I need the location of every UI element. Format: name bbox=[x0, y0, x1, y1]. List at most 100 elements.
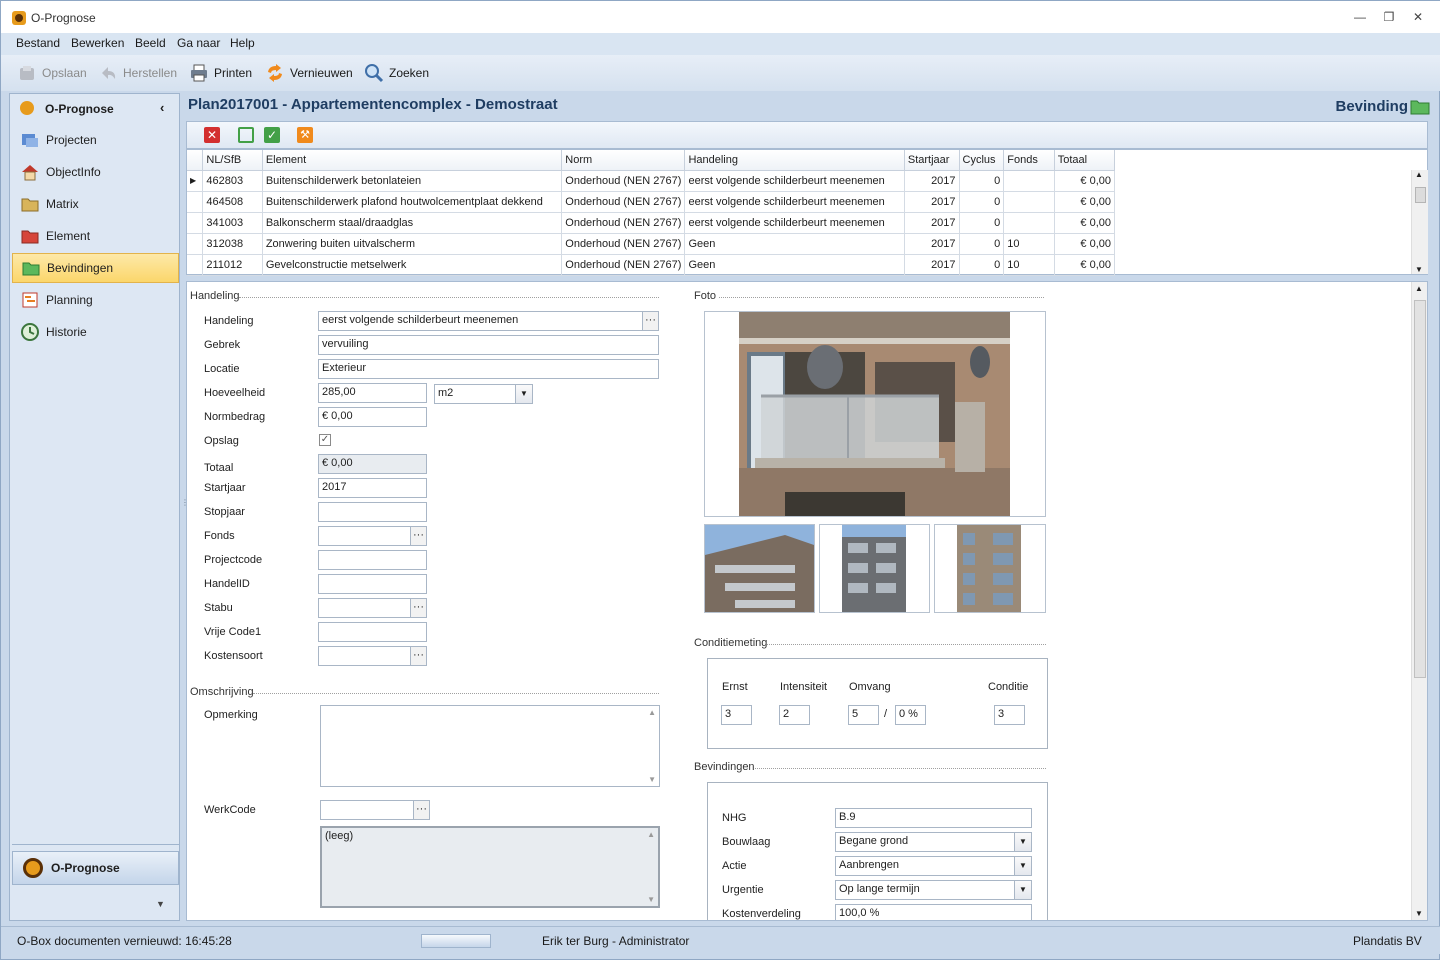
table-cell[interactable]: 312038 bbox=[202, 233, 263, 255]
vrije-code1-field[interactable] bbox=[318, 622, 427, 642]
opslag-checkbox[interactable]: ✓ bbox=[319, 434, 331, 446]
table-cell[interactable]: € 0,00 bbox=[1054, 170, 1116, 192]
hoeveelheid-field[interactable]: 285,00 bbox=[318, 383, 427, 403]
table-cell[interactable]: Gevelconstructie metselwerk bbox=[262, 254, 563, 276]
table-cell[interactable] bbox=[1003, 170, 1055, 192]
table-cell[interactable]: 10 bbox=[1003, 254, 1055, 276]
table-cell[interactable]: € 0,00 bbox=[1054, 191, 1116, 213]
table-cell[interactable]: 0 bbox=[959, 212, 1005, 234]
table-cell[interactable]: 2017 bbox=[904, 212, 960, 234]
table-cell[interactable] bbox=[1003, 212, 1055, 234]
table-cell[interactable]: Zonwering buiten uitvalscherm bbox=[262, 233, 563, 255]
eenheid-select[interactable]: m2 ▼ bbox=[434, 384, 533, 404]
row-indicator[interactable] bbox=[187, 191, 204, 213]
handeling-field[interactable]: eerst volgende schilderbeurt meenemen bbox=[318, 311, 643, 331]
handelid-field[interactable] bbox=[318, 574, 427, 594]
photo-thumbnail-3[interactable] bbox=[934, 524, 1046, 613]
table-cell[interactable]: 462803 bbox=[202, 170, 263, 192]
intensiteit-field[interactable]: 2 bbox=[779, 705, 810, 725]
projectcode-field[interactable] bbox=[318, 550, 427, 570]
table-cell[interactable]: 0 bbox=[959, 233, 1005, 255]
table-cell[interactable]: 0 bbox=[959, 191, 1005, 213]
col-cyclus[interactable]: Cyclus bbox=[959, 150, 1005, 171]
kostenverdeling-field[interactable]: 100,0 % bbox=[835, 904, 1032, 920]
row-indicator[interactable] bbox=[187, 212, 204, 234]
opmerking-textarea[interactable]: ▲ ▼ bbox=[320, 705, 660, 787]
nav-item-objectinfo[interactable]: ObjectInfo bbox=[12, 157, 179, 187]
col-totaal[interactable]: Totaal bbox=[1054, 150, 1116, 171]
col-element[interactable]: Element bbox=[262, 150, 563, 171]
table-cell[interactable]: Geen bbox=[684, 254, 905, 276]
table-cell[interactable]: 2017 bbox=[904, 233, 960, 255]
delete-icon[interactable]: ✕ bbox=[204, 127, 220, 143]
table-cell[interactable]: 2017 bbox=[904, 254, 960, 276]
col-norm[interactable]: Norm bbox=[561, 150, 686, 171]
refresh-button[interactable]: Vernieuwen bbox=[265, 62, 353, 84]
bouwlaag-select[interactable]: Begane grond ▼ bbox=[835, 832, 1032, 852]
stabu-field[interactable] bbox=[318, 598, 411, 618]
table-cell[interactable]: eerst volgende schilderbeurt meenemen bbox=[684, 170, 905, 192]
col-nlsfb[interactable]: NL/SfB bbox=[202, 150, 263, 171]
omvang-field[interactable]: 5 bbox=[848, 705, 879, 725]
table-cell[interactable]: Onderhoud (NEN 2767) bbox=[561, 233, 686, 255]
stabu-browse-button[interactable]: ··· bbox=[410, 598, 427, 618]
row-indicator[interactable] bbox=[187, 254, 204, 276]
scroll-down-icon[interactable]: ▼ bbox=[1415, 909, 1423, 918]
scroll-down-icon[interactable]: ▼ bbox=[648, 775, 656, 784]
collapse-icon[interactable]: ‹ bbox=[160, 100, 164, 115]
minimize-icon[interactable]: — bbox=[1353, 10, 1367, 24]
table-cell[interactable]: Buitenschilderwerk plafond houtwolcement… bbox=[262, 191, 563, 213]
handeling-browse-button[interactable]: ··· bbox=[642, 311, 659, 331]
col-handeling[interactable]: Handeling bbox=[684, 150, 905, 171]
menu-bewerken[interactable]: Bewerken bbox=[71, 36, 124, 50]
chevron-down-icon[interactable]: ▼ bbox=[1014, 881, 1031, 899]
search-button[interactable]: Zoeken bbox=[364, 62, 429, 84]
table-cell[interactable]: 0 bbox=[959, 170, 1005, 192]
scroll-up-icon[interactable]: ▲ bbox=[1415, 170, 1423, 179]
startjaar-field[interactable]: 2017 bbox=[318, 478, 427, 498]
menu-bestand[interactable]: Bestand bbox=[16, 36, 60, 50]
table-cell[interactable]: 2017 bbox=[904, 191, 960, 213]
scroll-down-icon[interactable]: ▼ bbox=[1415, 265, 1423, 274]
stopjaar-field[interactable] bbox=[318, 502, 427, 522]
scroll-up-icon[interactable]: ▲ bbox=[648, 708, 656, 717]
col-startjaar[interactable]: Startjaar bbox=[904, 150, 960, 171]
table-cell[interactable] bbox=[1003, 191, 1055, 213]
table-cell[interactable]: 464508 bbox=[202, 191, 263, 213]
scroll-up-icon[interactable]: ▲ bbox=[1415, 284, 1423, 293]
close-icon[interactable]: ✕ bbox=[1411, 10, 1425, 24]
table-cell[interactable]: Geen bbox=[684, 233, 905, 255]
table-cell[interactable]: 0 bbox=[959, 254, 1005, 276]
nav-item-planning[interactable]: Planning bbox=[12, 285, 179, 315]
main-photo[interactable] bbox=[704, 311, 1046, 517]
chevron-down-icon[interactable]: ▼ bbox=[1014, 833, 1031, 851]
nav-item-matrix[interactable]: Matrix bbox=[12, 189, 179, 219]
scroll-up-icon[interactable]: ▲ bbox=[647, 830, 655, 839]
normbedrag-field[interactable]: € 0,00 bbox=[318, 407, 427, 427]
menu-ga-naar[interactable]: Ga naar bbox=[177, 36, 220, 50]
scroll-thumb[interactable] bbox=[1414, 300, 1426, 678]
tools-icon[interactable]: ⚒ bbox=[297, 127, 313, 143]
table-cell[interactable]: 10 bbox=[1003, 233, 1055, 255]
table-cell[interactable]: 2017 bbox=[904, 170, 960, 192]
nav-bottom-o-prognose[interactable]: O-Prognose bbox=[12, 851, 179, 885]
scroll-thumb[interactable] bbox=[1415, 187, 1426, 203]
menu-beeld[interactable]: Beeld bbox=[135, 36, 166, 50]
werkcode-browse-button[interactable]: ··· bbox=[413, 800, 430, 820]
row-indicator[interactable] bbox=[187, 233, 204, 255]
actie-select[interactable]: Aanbrengen ▼ bbox=[835, 856, 1032, 876]
table-row[interactable]: 312038 Zonwering buiten uitvalscherm Onder… bbox=[187, 233, 1116, 255]
table-cell[interactable]: eerst volgende schilderbeurt meenemen bbox=[684, 212, 905, 234]
conditie-field[interactable]: 3 bbox=[994, 705, 1025, 725]
urgentie-select[interactable]: Op lange termijn ▼ bbox=[835, 880, 1032, 900]
table-cell[interactable]: Onderhoud (NEN 2767) bbox=[561, 254, 686, 276]
save-button[interactable]: Opslaan bbox=[17, 62, 87, 84]
table-cell[interactable]: Balkonscherm staal/draadglas bbox=[262, 212, 563, 234]
table-cell[interactable]: Buitenschilderwerk betonlateien bbox=[262, 170, 563, 192]
table-cell[interactable]: 211012 bbox=[202, 254, 263, 276]
check-icon[interactable]: ✓ bbox=[264, 127, 280, 143]
nav-item-historie[interactable]: Historie bbox=[12, 317, 179, 347]
omvang-percentage-field[interactable]: 0 % bbox=[895, 705, 926, 725]
photo-thumbnail-2[interactable] bbox=[819, 524, 930, 613]
table-cell[interactable]: 341003 bbox=[202, 212, 263, 234]
